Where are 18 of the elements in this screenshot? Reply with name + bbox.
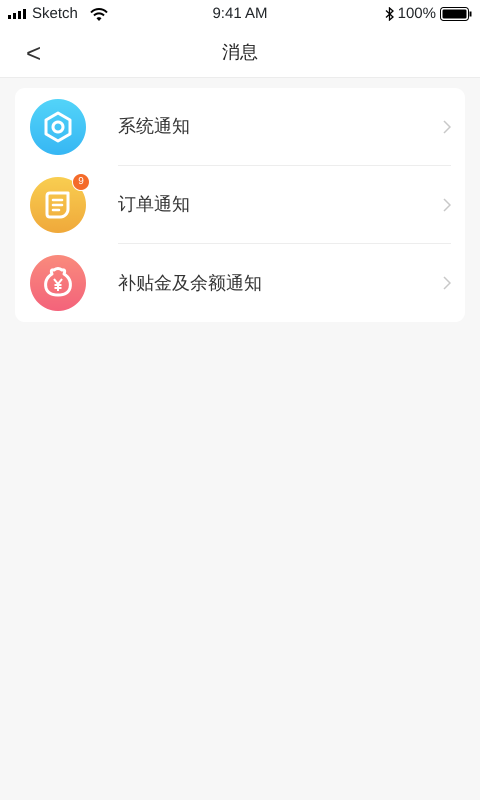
battery-percent: 100% <box>398 4 436 24</box>
chevron-icon <box>443 276 451 290</box>
count-badge: 9 <box>72 173 90 191</box>
notification-label[interactable]: 补贴金及余额通知 <box>118 270 443 296</box>
back-button[interactable]: < <box>22 36 46 70</box>
note-icon <box>30 177 86 233</box>
carrier-name: Sketch <box>32 4 78 24</box>
chevron-icon <box>443 198 451 212</box>
wifi-icon <box>90 8 108 20</box>
signal-icon <box>8 9 28 19</box>
chevron-icon <box>443 120 451 134</box>
battery-icon <box>440 7 472 21</box>
money-bag-icon <box>30 255 86 311</box>
clock-time: 9:41 AM <box>212 4 268 22</box>
notification-label[interactable]: 系统通知 <box>118 113 443 140</box>
bluetooth-icon <box>384 7 394 21</box>
notification-label[interactable]: 订单通知 <box>118 191 443 218</box>
page-title: 消息 <box>222 41 258 64</box>
